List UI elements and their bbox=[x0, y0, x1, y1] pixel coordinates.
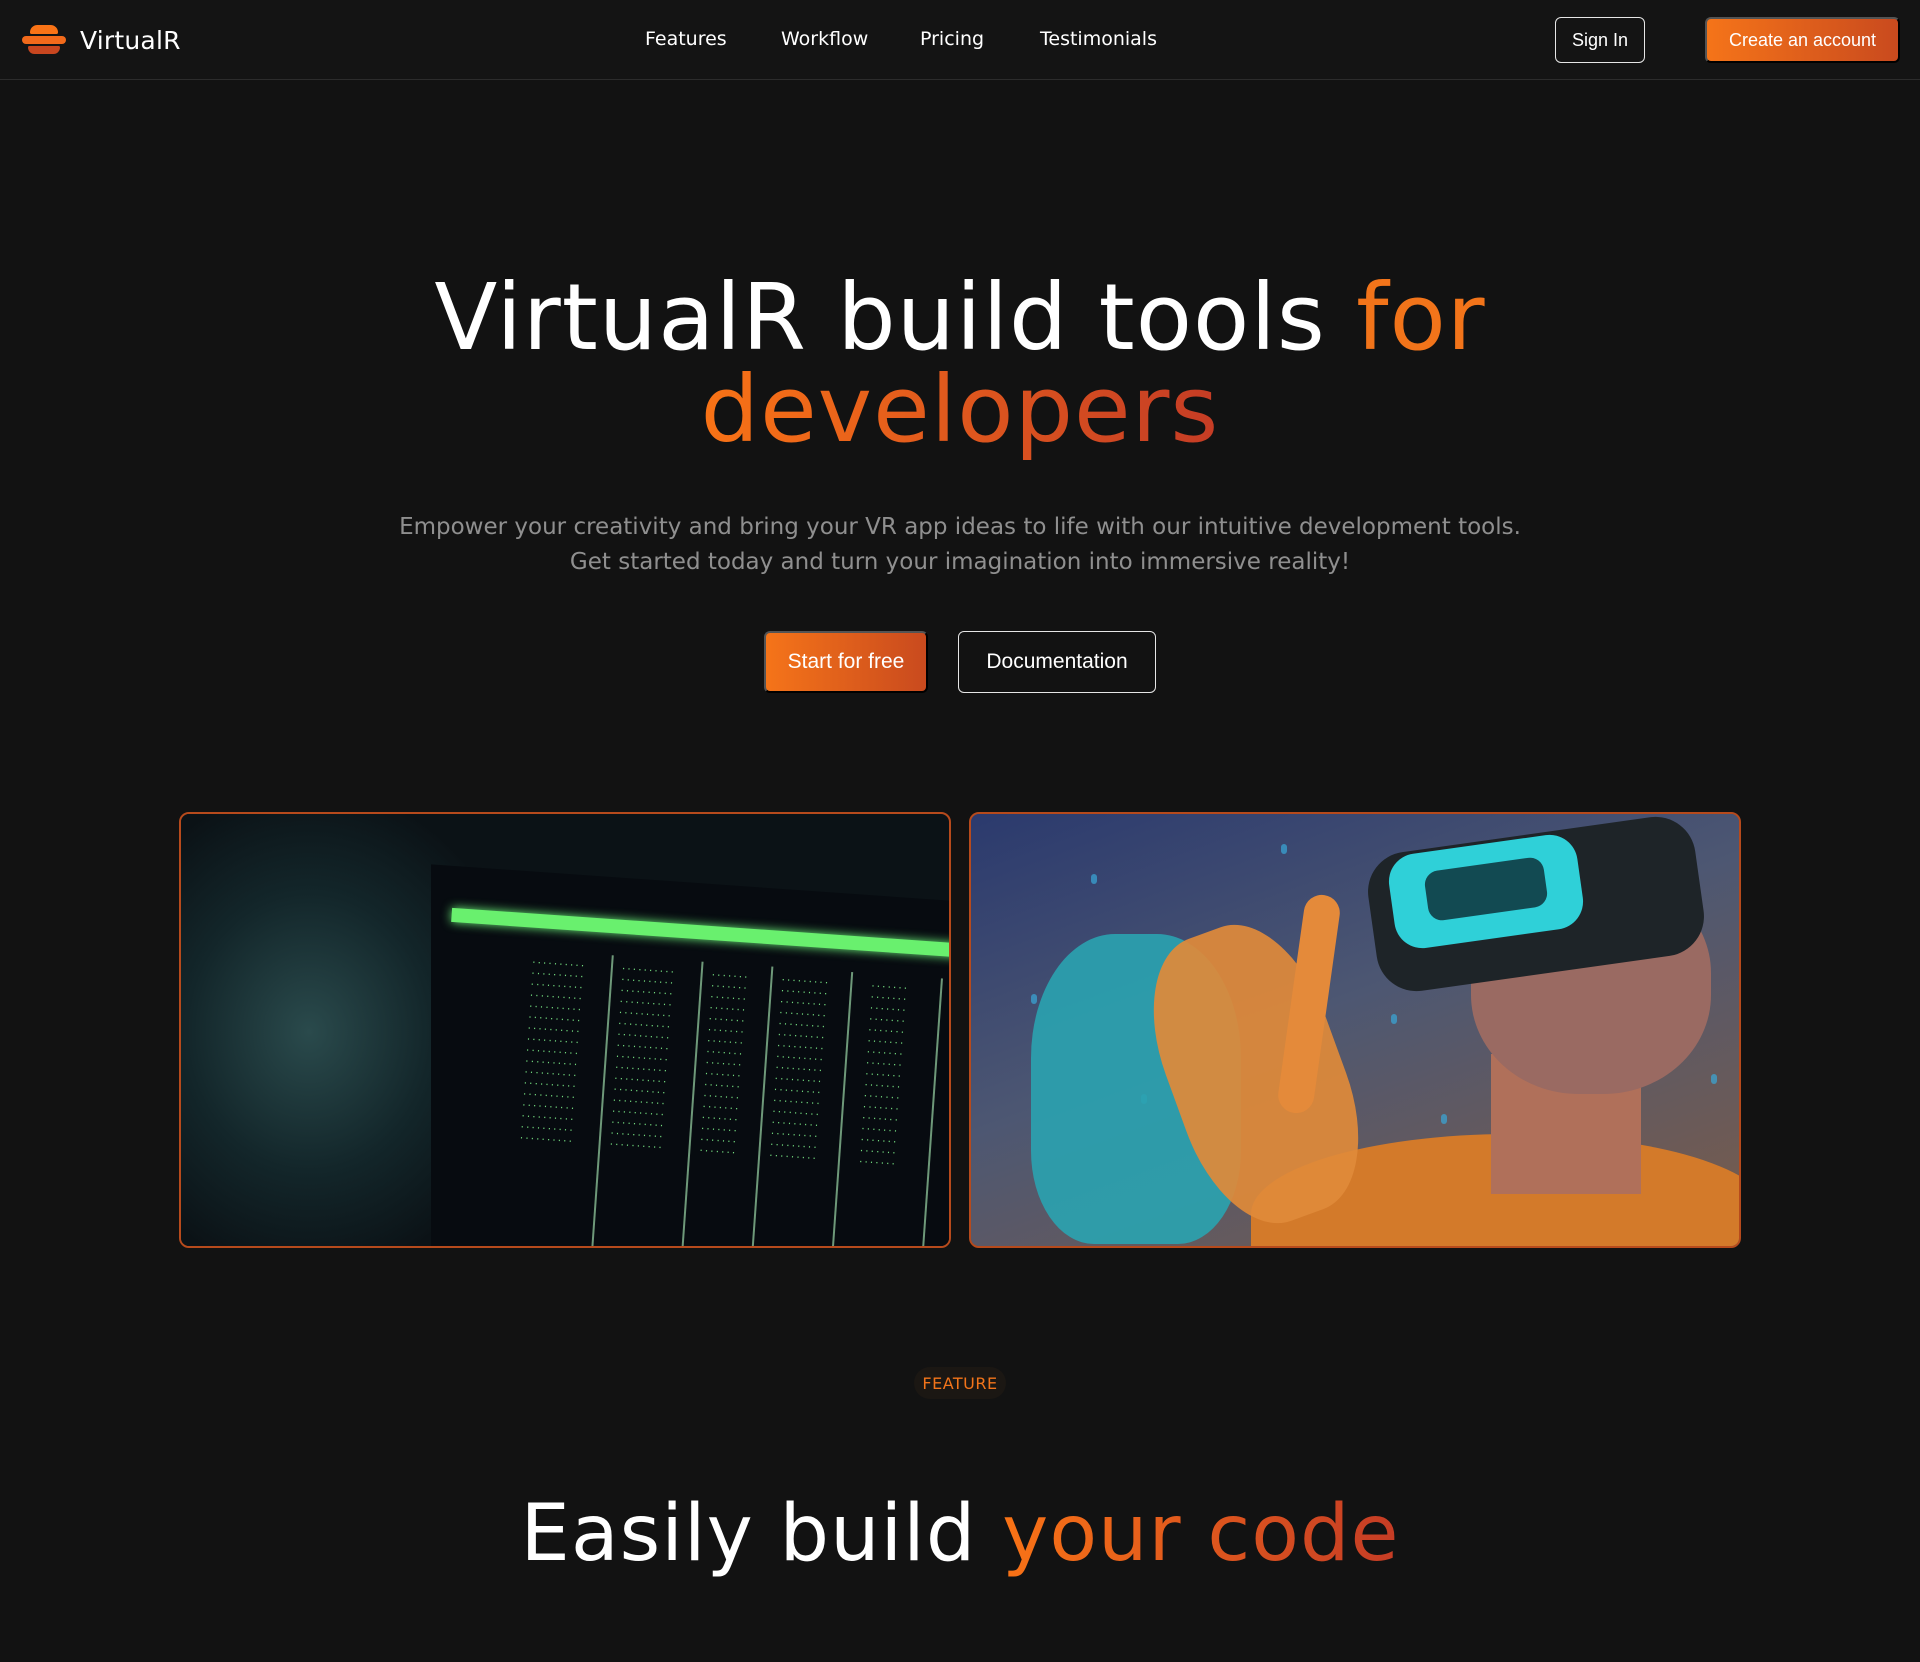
hero-title: VirtualR build tools for developers bbox=[0, 272, 1920, 456]
hero-title-accent-for: for bbox=[1356, 264, 1486, 371]
start-for-free-button[interactable]: Start for free bbox=[764, 631, 928, 693]
sign-in-button[interactable]: Sign In bbox=[1555, 17, 1645, 63]
create-account-button[interactable]: Create an account bbox=[1705, 17, 1900, 63]
documentation-button[interactable]: Documentation bbox=[958, 631, 1156, 693]
navbar: VirtualR Features Workflow Pricing Testi… bbox=[0, 0, 1920, 80]
feature-title-accent: your code bbox=[1002, 1489, 1400, 1579]
terminal-image: ........................................… bbox=[179, 812, 951, 1248]
nav-link-workflow[interactable]: Workflow bbox=[781, 28, 868, 50]
nav-link-features[interactable]: Features bbox=[645, 28, 727, 50]
terminal-output: ........................................… bbox=[501, 949, 949, 1246]
nav-link-pricing[interactable]: Pricing bbox=[920, 28, 984, 50]
feature-title-main: Easily build bbox=[520, 1489, 1003, 1579]
hero-subtitle-line-1: Empower your creativity and bring your V… bbox=[399, 514, 1521, 540]
hero-subtitle: Empower your creativity and bring your V… bbox=[0, 510, 1920, 580]
hero-title-main: VirtualR build tools bbox=[434, 264, 1357, 371]
feature-badge: FEATURE bbox=[914, 1367, 1006, 1399]
feature-title: Easily build your code bbox=[0, 1495, 1920, 1573]
hero-title-accent-developers: developers bbox=[700, 356, 1220, 463]
hero-subtitle-line-2: Get started today and turn your imaginat… bbox=[569, 549, 1351, 575]
nav-link-testimonials[interactable]: Testimonials bbox=[1040, 28, 1157, 50]
vr-headset-image bbox=[969, 812, 1741, 1248]
